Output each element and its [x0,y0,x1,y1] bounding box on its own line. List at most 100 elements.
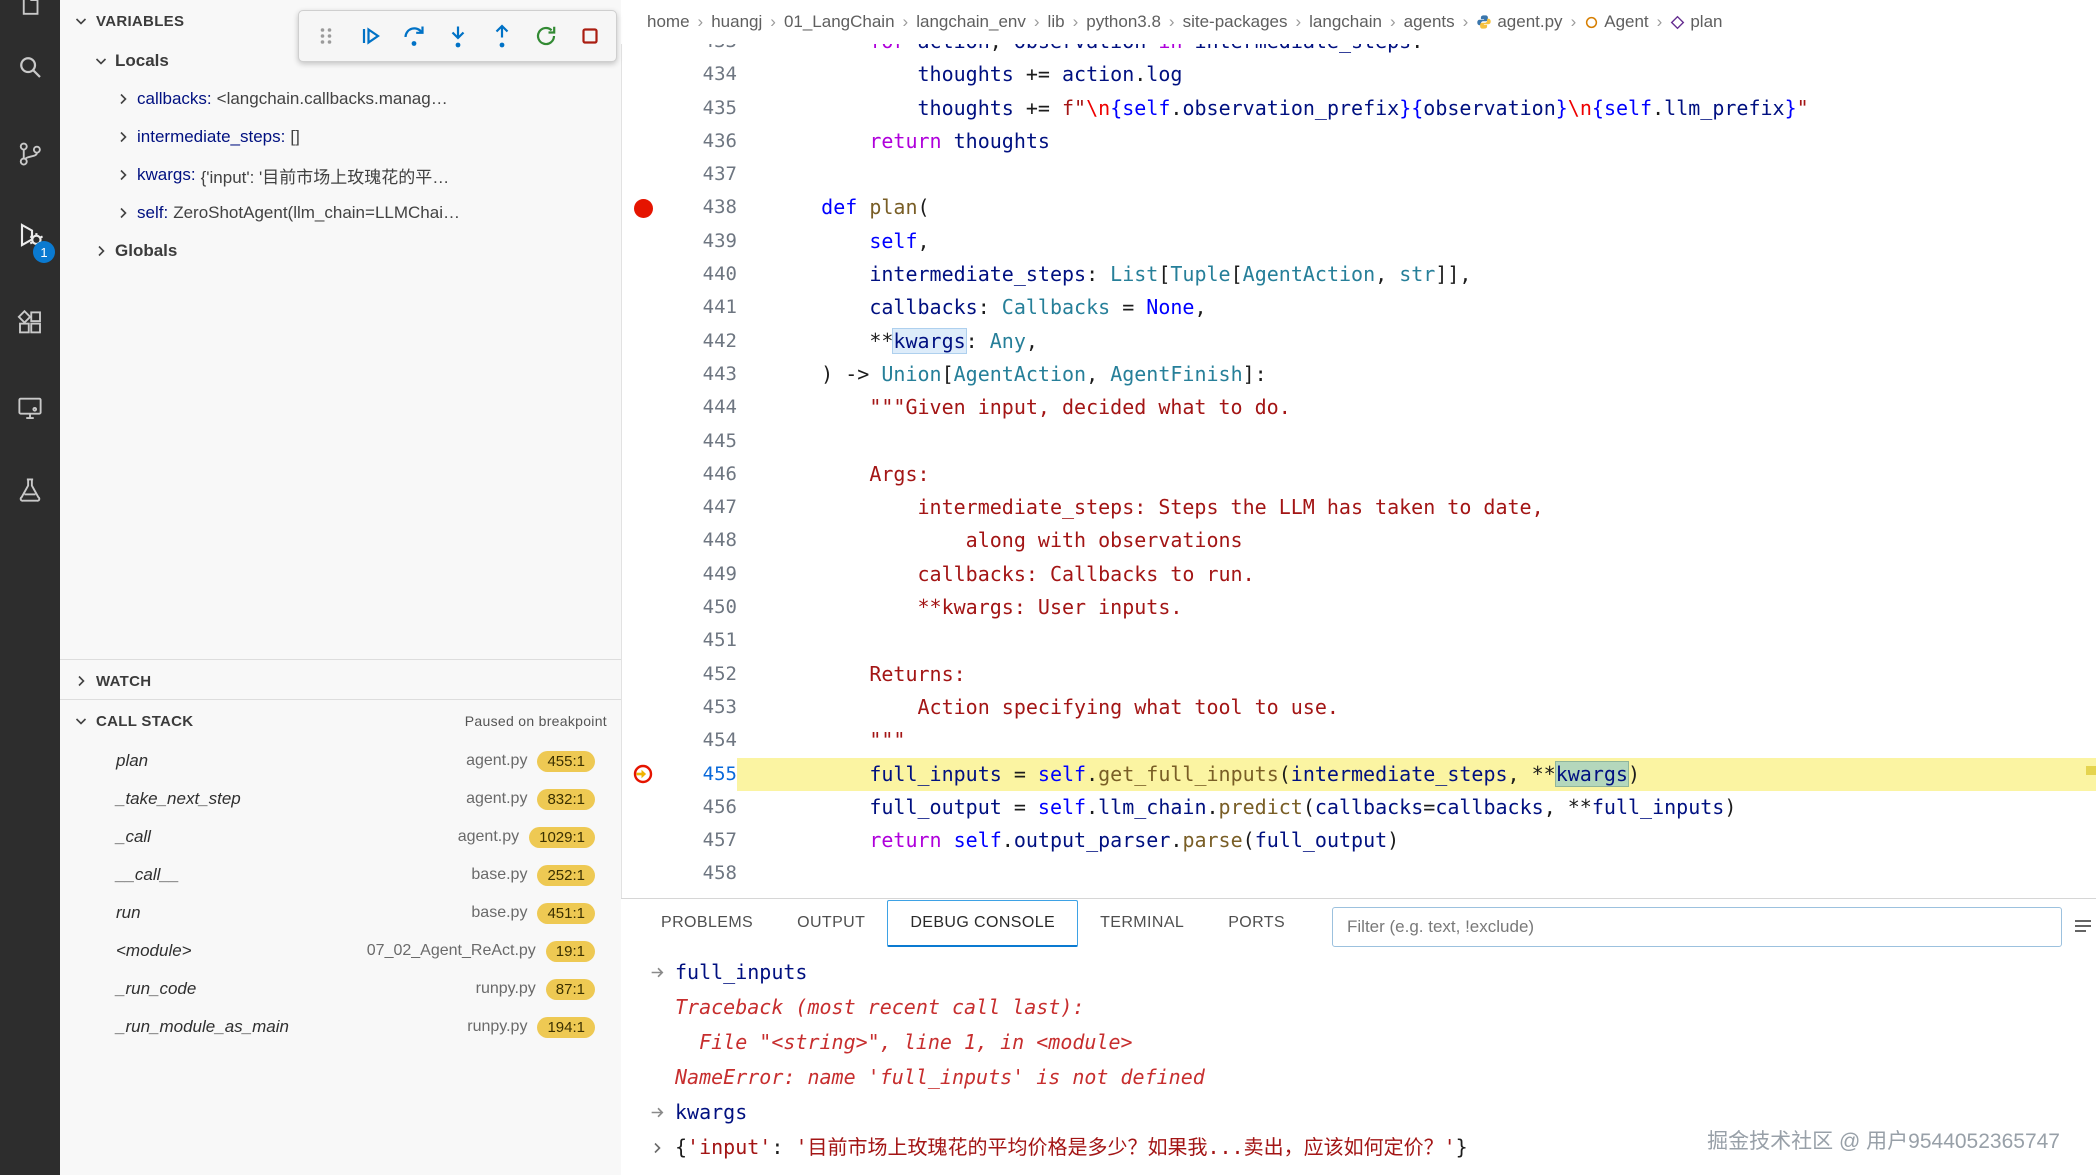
line-number[interactable]: 453 [665,691,737,724]
stack-frame[interactable]: _run_coderunpy.py87:1 [60,970,621,1008]
activity-run-debug-button[interactable]: 1 [0,205,60,265]
line-number[interactable]: 436 [665,125,737,158]
gutter-breakpoint-column[interactable] [621,291,665,324]
line-number[interactable]: 443 [665,358,737,391]
stack-frame[interactable]: _take_next_stepagent.py832:1 [60,780,621,818]
more-actions-icon[interactable] [2072,915,2094,942]
breadcrumb-item[interactable]: agents [1404,12,1455,32]
line-number[interactable]: 450 [665,591,737,624]
line-number[interactable]: 454 [665,724,737,757]
gutter-breakpoint-column[interactable] [621,58,665,91]
stack-frame[interactable]: runbase.py451:1 [60,894,621,932]
line-number[interactable]: 446 [665,458,737,491]
line-number[interactable]: 444 [665,391,737,424]
breadcrumb-item[interactable]: huangj [711,12,762,32]
gutter-breakpoint-column[interactable] [621,225,665,258]
line-number[interactable]: 448 [665,524,737,557]
breadcrumb-item[interactable]: langchain_env [916,12,1026,32]
gutter-breakpoint-column[interactable] [621,891,665,898]
variable-row[interactable]: kwargs: {'input': '目前市场上玫瑰花的平… [60,156,621,194]
stop-button[interactable] [568,15,611,58]
call-stack-header[interactable]: CALL STACK Paused on breakpoint [60,700,621,742]
line-number[interactable]: 447 [665,491,737,524]
breadcrumb-item[interactable]: site-packages [1183,12,1288,32]
line-number[interactable]: 452 [665,658,737,691]
step-out-button[interactable] [480,15,523,58]
stack-frame[interactable]: _callagent.py1029:1 [60,818,621,856]
filter-input[interactable] [1332,907,2062,947]
gutter-breakpoint-column[interactable] [621,158,665,191]
continue-button[interactable] [348,15,391,58]
variable-row[interactable]: callbacks: <langchain.callbacks.manag… [60,80,621,118]
activity-remote-explorer-button[interactable] [0,378,60,438]
line-number[interactable]: 442 [665,325,737,358]
line-number[interactable]: 457 [665,824,737,857]
gutter-breakpoint-column[interactable] [621,691,665,724]
gutter-breakpoint-column[interactable] [621,591,665,624]
line-number[interactable]: 445 [665,425,737,458]
gutter-breakpoint-column[interactable] [621,258,665,291]
expand-chevron-icon[interactable] [649,1140,675,1156]
tab-problems[interactable]: PROBLEMS [639,901,775,945]
line-number[interactable]: 439 [665,225,737,258]
gutter-breakpoint-column[interactable] [621,325,665,358]
line-number[interactable]: 438 [665,191,737,224]
gutter-breakpoint-column[interactable] [621,358,665,391]
gutter-breakpoint-column[interactable] [621,491,665,524]
line-number[interactable]: 455 [665,758,737,791]
activity-extensions-button[interactable] [0,293,60,353]
stack-frame[interactable]: __call__base.py252:1 [60,856,621,894]
line-number[interactable]: 449 [665,558,737,591]
scope-globals[interactable]: Globals [60,232,621,270]
line-number[interactable]: 458 [665,857,737,890]
stack-frame[interactable]: _run_module_as_mainrunpy.py194:1 [60,1008,621,1046]
tab-debug-console[interactable]: DEBUG CONSOLE [887,900,1078,947]
gutter-breakpoint-column[interactable] [621,458,665,491]
stack-frame[interactable]: planagent.py455:1 [60,742,621,780]
gutter-breakpoint-column[interactable] [621,824,665,857]
gutter-breakpoint-column[interactable] [621,857,665,890]
step-into-button[interactable] [436,15,479,58]
line-number[interactable]: 440 [665,258,737,291]
line-number[interactable]: 456 [665,791,737,824]
activity-search-button[interactable] [0,37,60,97]
breadcrumb-item[interactable]: python3.8 [1086,12,1161,32]
gutter-breakpoint-column[interactable] [621,558,665,591]
gutter-breakpoint-column[interactable] [621,624,665,657]
line-number[interactable]: 441 [665,291,737,324]
line-number[interactable]: 451 [665,624,737,657]
gutter-breakpoint-column[interactable] [621,658,665,691]
gutter-breakpoint-column[interactable] [621,758,665,791]
gutter-breakpoint-column[interactable] [621,125,665,158]
gutter-breakpoint-column[interactable] [621,92,665,125]
breadcrumb-item[interactable]: langchain [1309,12,1382,32]
gutter-breakpoint-column[interactable] [621,724,665,757]
breadcrumb-item[interactable]: lib [1048,12,1065,32]
line-number[interactable]: 459 [665,891,737,898]
gutter-breakpoint-column[interactable] [621,391,665,424]
breadcrumb-item[interactable]: home [647,12,690,32]
tab-ports[interactable]: PORTS [1206,901,1307,945]
gutter-breakpoint-column[interactable] [621,425,665,458]
line-number[interactable]: 434 [665,58,737,91]
variable-row[interactable]: intermediate_steps: [] [60,118,621,156]
breadcrumb-item[interactable]: plan [1670,12,1722,32]
variable-row[interactable]: self: ZeroShotAgent(llm_chain=LLMChai… [60,194,621,232]
gutter-breakpoint-column[interactable] [621,524,665,557]
code-editor[interactable]: 433 for action, observation in intermedi… [621,0,2096,898]
drag-handle-button[interactable] [304,15,347,58]
step-over-button[interactable] [392,15,435,58]
stack-frame[interactable]: <module>07_02_Agent_ReAct.py19:1 [60,932,621,970]
activity-testing-button[interactable] [0,460,60,520]
line-number[interactable]: 437 [665,158,737,191]
line-number[interactable]: 435 [665,92,737,125]
activity-files-button[interactable] [0,0,60,35]
gutter-breakpoint-column[interactable] [621,191,665,224]
breadcrumb-item[interactable]: 01_LangChain [784,12,895,32]
watch-header[interactable]: WATCH [60,660,621,700]
breadcrumb-item[interactable]: agent.py [1476,12,1562,32]
tab-terminal[interactable]: TERMINAL [1078,901,1206,945]
activity-source-control-button[interactable] [0,124,60,184]
breadcrumb-item[interactable]: Agent [1584,12,1648,32]
restart-button[interactable] [524,15,567,58]
